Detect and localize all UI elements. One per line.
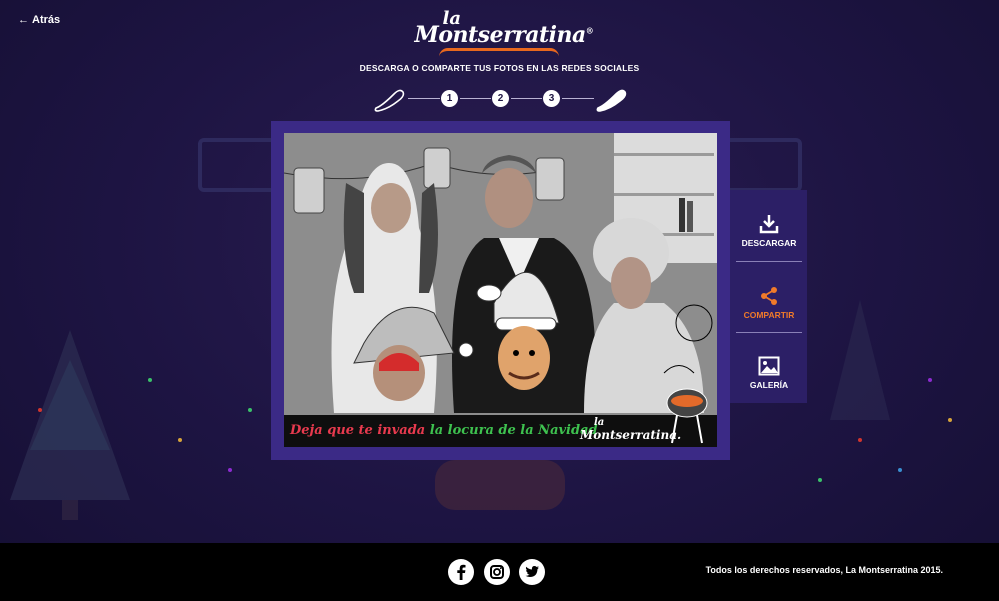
photo-banner: Deja que te invada la locura de la Navid…: [284, 388, 717, 447]
step-1: 1: [441, 90, 458, 107]
download-icon: [759, 215, 779, 234]
instagram-icon: [490, 565, 504, 579]
step-indicator: 1 2 3: [372, 84, 628, 112]
share-label: COMPARTIR: [743, 310, 795, 320]
arrow-left-icon: ←: [18, 14, 29, 26]
share-icon: [761, 287, 777, 305]
brand-logo[interactable]: la Montserratina®: [414, 8, 594, 57]
instagram-link[interactable]: [484, 559, 510, 585]
banner-text: Deja que te invada la locura de la Navid…: [290, 423, 598, 438]
gallery-button[interactable]: GALERÍA: [736, 340, 802, 410]
gallery-icon: [758, 356, 780, 376]
action-panel: DESCARGAR COMPARTIR GALERÍA: [730, 190, 807, 403]
back-link[interactable]: ← Atrás: [18, 14, 60, 26]
facebook-icon: [457, 564, 466, 580]
twitter-link[interactable]: [519, 559, 545, 585]
logo-swoosh: [438, 48, 559, 57]
twitter-icon: [525, 566, 539, 577]
share-button[interactable]: COMPARTIR: [736, 270, 802, 340]
download-button[interactable]: DESCARGAR: [736, 198, 802, 268]
logo-name: Montserratina®: [414, 22, 594, 48]
footer: Todos los derechos reservados, La Montse…: [0, 543, 999, 601]
photo-image: [284, 133, 717, 415]
page-subtitle: DESCARGA O COMPARTE TUS FOTOS EN LAS RED…: [359, 63, 640, 73]
download-label: DESCARGAR: [741, 238, 797, 248]
generated-photo: Deja que te invada la locura de la Navid…: [284, 133, 717, 447]
step-3: 3: [543, 90, 560, 107]
copyright-text: Todos los derechos reservados, La Montse…: [705, 565, 943, 575]
sausage-end-icon: [596, 89, 627, 112]
step-2: 2: [492, 90, 509, 107]
sausage-start-icon: [374, 89, 405, 112]
grill-icon: [666, 388, 708, 444]
facebook-link[interactable]: [448, 559, 474, 585]
back-label: Atrás: [32, 14, 61, 26]
gallery-label: GALERÍA: [749, 380, 789, 390]
